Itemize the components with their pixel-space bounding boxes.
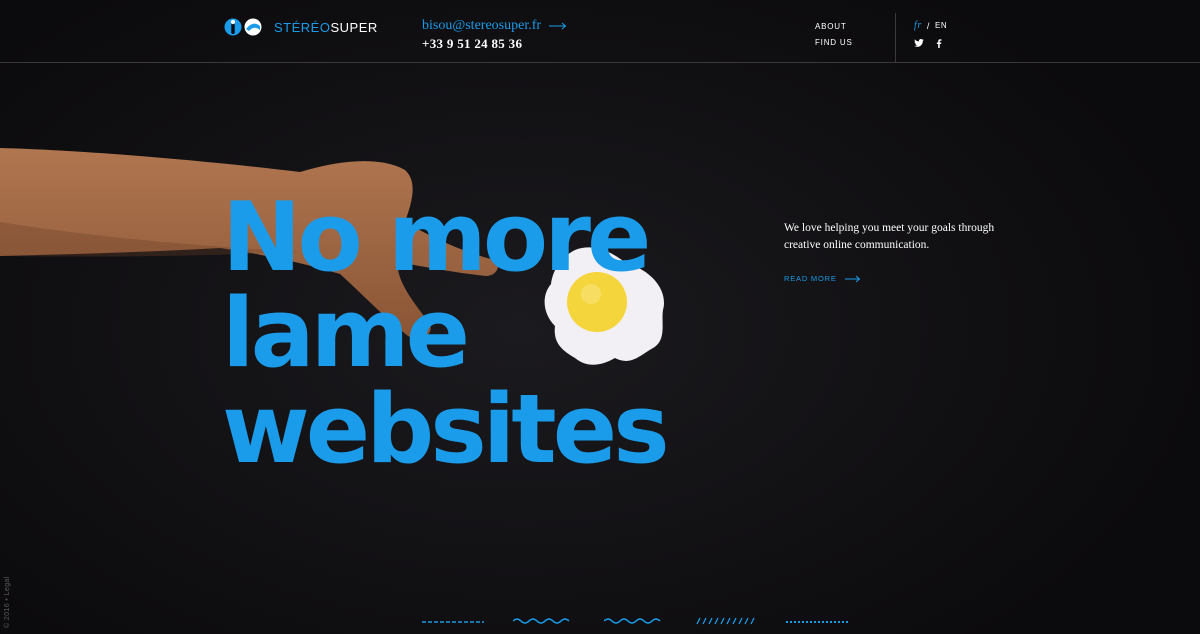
facebook-icon[interactable]: [936, 39, 942, 48]
site-header: STÉRÉOSUPER bisou@stereosuper.fr +33 9 5…: [0, 0, 1200, 63]
slide-dot-1[interactable]: [422, 616, 486, 626]
arrow-right-icon: [844, 275, 860, 282]
nav-about[interactable]: ABOUT: [815, 22, 853, 38]
header-divider: [895, 13, 896, 62]
slide-dot-2[interactable]: [513, 616, 577, 626]
logo-text: STÉRÉOSUPER: [274, 19, 378, 35]
social-links: [914, 39, 942, 48]
twitter-icon[interactable]: [914, 39, 924, 48]
language-switcher: fr / EN: [914, 20, 947, 31]
headline-line-3: websites: [222, 375, 670, 485]
nav-find-us[interactable]: FIND US: [815, 38, 853, 54]
email-link[interactable]: bisou@stereosuper.fr: [422, 18, 541, 34]
slide-indicators: [422, 616, 877, 626]
lang-en[interactable]: EN: [935, 21, 947, 30]
hero-tagline: We love helping you meet your goals thro…: [784, 222, 995, 251]
lang-separator: /: [926, 20, 930, 31]
phone-number[interactable]: +33 9 51 24 85 36: [422, 36, 567, 52]
read-more-label: READ MORE: [784, 274, 837, 283]
headline-line-2: lame: [222, 279, 470, 389]
logo-icon: [224, 18, 262, 36]
headline-line-1: No more: [222, 183, 651, 293]
arrow-right-icon: [549, 22, 567, 29]
legal-link[interactable]: © 2016 • Legal: [4, 576, 11, 628]
read-more-link[interactable]: READ MORE: [784, 274, 861, 283]
slide-dot-3[interactable]: [604, 616, 668, 626]
main-nav: ABOUT FIND US: [815, 22, 853, 54]
slide-dot-5[interactable]: [786, 616, 850, 626]
slide-dot-4[interactable]: [695, 616, 759, 626]
logo[interactable]: STÉRÉOSUPER: [224, 17, 378, 37]
hero-headline: No more lame websites: [222, 183, 670, 485]
lang-fr[interactable]: fr: [914, 20, 922, 31]
contact-info: bisou@stereosuper.fr +33 9 51 24 85 36: [422, 17, 567, 52]
